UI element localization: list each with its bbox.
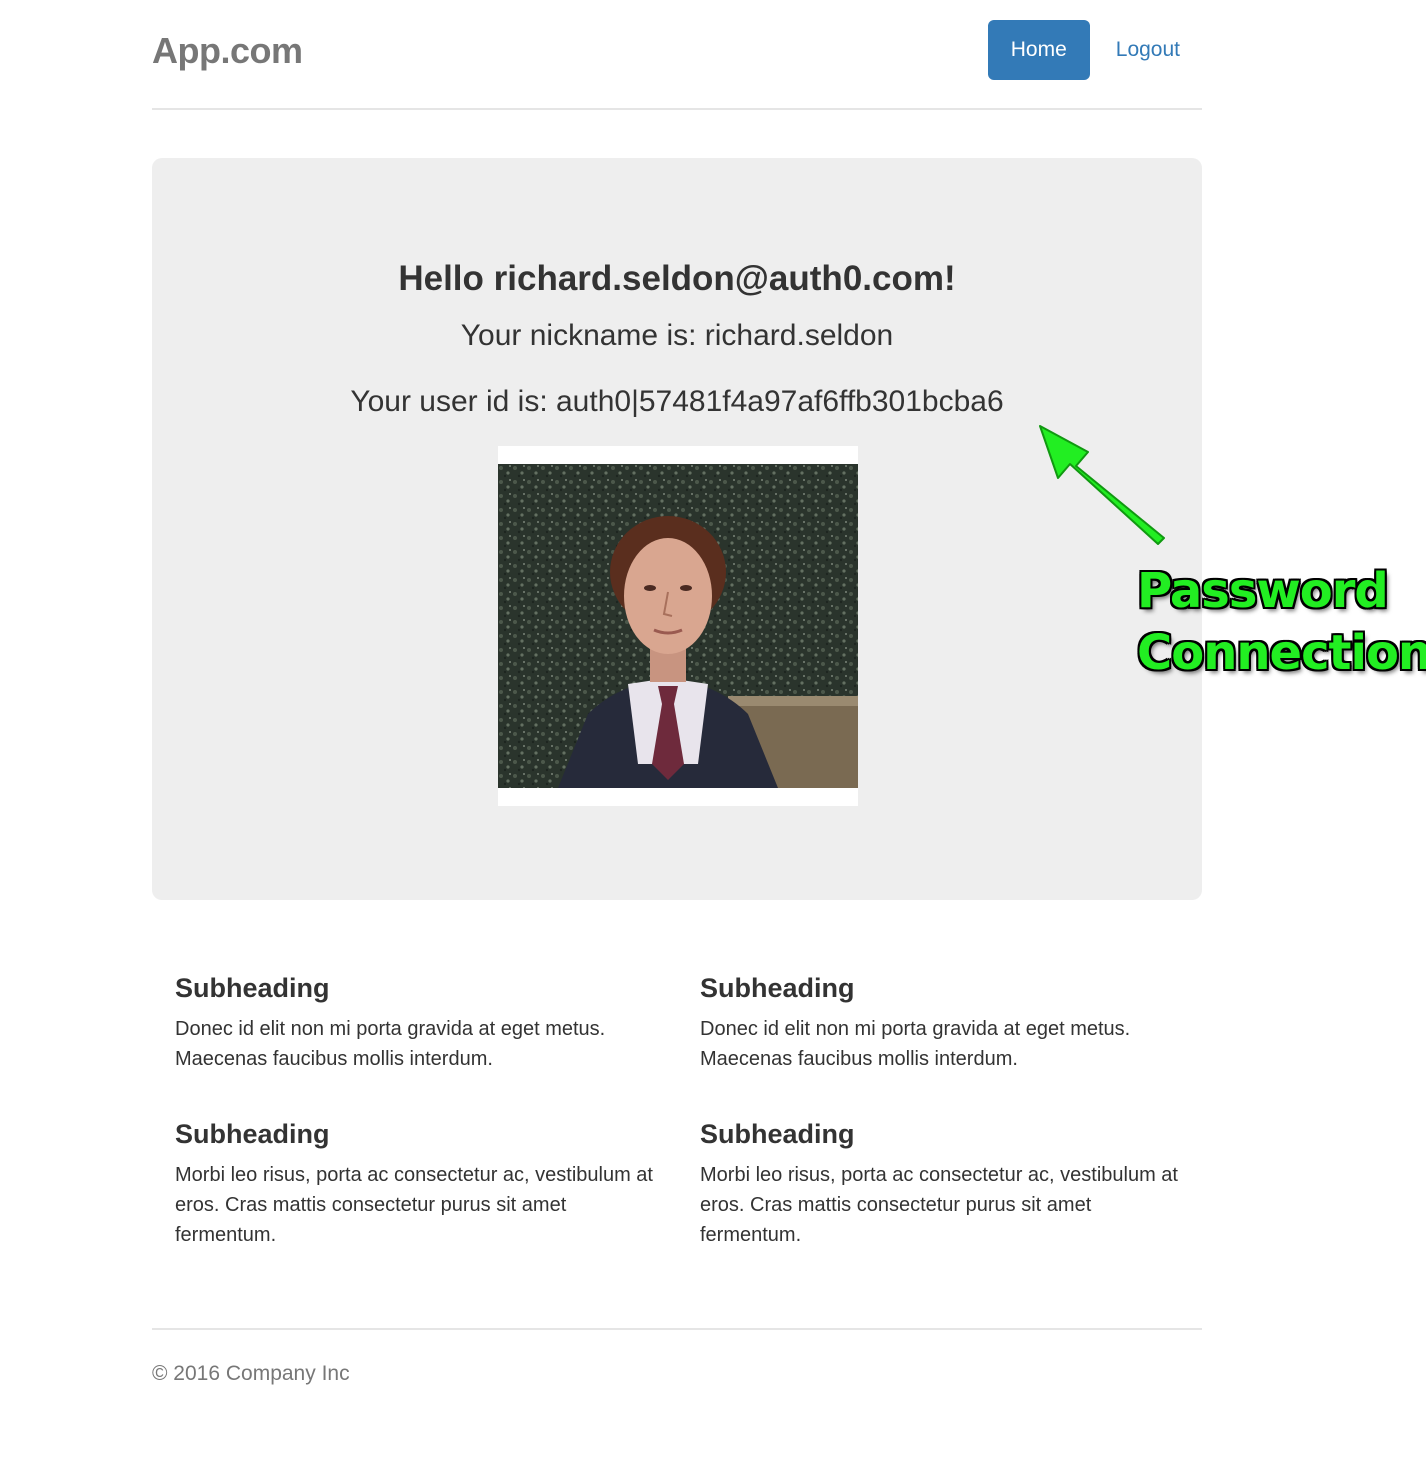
- subheading: Subheading: [700, 973, 855, 1003]
- annotation-label: Password Connection: [1137, 560, 1426, 684]
- nav-pills: Home Logout: [987, 20, 1202, 80]
- marketing-block: Subheading Donec id elit non mi porta gr…: [700, 970, 1180, 1074]
- nav-logout-link[interactable]: Logout: [1090, 20, 1202, 80]
- marketing-block: Subheading Morbi leo risus, porta ac con…: [175, 1116, 655, 1250]
- site-footer: © 2016 Company Inc: [152, 1328, 1202, 1388]
- marketing-block: Subheading Morbi leo risus, porta ac con…: [700, 1116, 1180, 1250]
- marketing-text: Donec id elit non mi porta gravida at eg…: [700, 1018, 1131, 1070]
- subheading: Subheading: [700, 1119, 855, 1149]
- annotation-line-2: Connection: [1137, 625, 1426, 681]
- greeting-heading: Hello richard.seldon@auth0.com!: [398, 259, 956, 298]
- page-container: App.com Home Logout Hello richard.seldon…: [152, 0, 1426, 1385]
- marketing-text: Morbi leo risus, porta ac consectetur ac…: [700, 1164, 1178, 1246]
- avatar: [498, 446, 858, 806]
- copyright-text: © 2016 Company Inc: [152, 1362, 350, 1385]
- profile-photo-illustration: [498, 464, 858, 788]
- subheading: Subheading: [175, 1119, 330, 1149]
- marketing-col-right: Subheading Donec id elit non mi porta gr…: [700, 970, 1180, 1250]
- site-header: App.com Home Logout: [152, 0, 1202, 110]
- annotation-line-1: Password: [1137, 563, 1389, 619]
- marketing-text: Donec id elit non mi porta gravida at eg…: [175, 1018, 606, 1070]
- nickname-text: Your nickname is: richard.seldon: [460, 319, 894, 352]
- brand-title: App.com: [152, 30, 303, 71]
- marketing-block: Subheading Donec id elit non mi porta gr…: [175, 970, 655, 1074]
- nav-home-button[interactable]: Home: [987, 20, 1090, 80]
- subheading: Subheading: [175, 973, 330, 1003]
- profile-photo: [498, 464, 858, 788]
- user-id-text: Your user id is: auth0|57481f4a97af6ffb3…: [350, 385, 1004, 418]
- marketing-col-left: Subheading Donec id elit non mi porta gr…: [175, 970, 655, 1250]
- marketing-text: Morbi leo risus, porta ac consectetur ac…: [175, 1164, 653, 1246]
- arrow-icon: [1039, 425, 1165, 545]
